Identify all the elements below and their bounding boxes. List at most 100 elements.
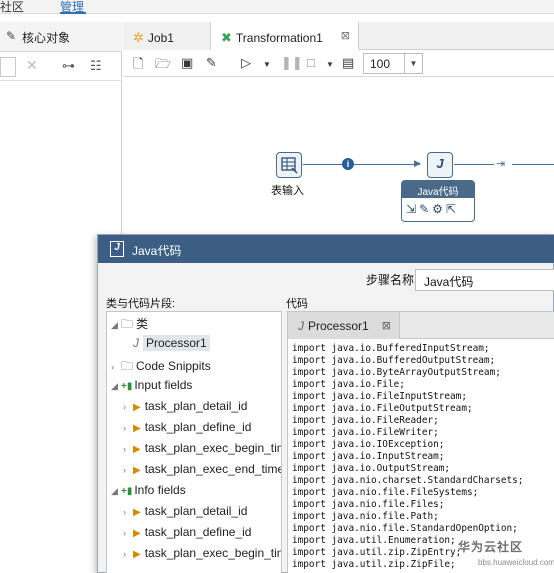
tree-item-classes[interactable]: ◢ 🗀 类 (111, 315, 148, 336)
step-actions: ⇲✎⚙⇱ (406, 202, 459, 216)
stop-icon[interactable]: □ (307, 55, 315, 70)
save-as-icon[interactable]: ✎ (206, 55, 217, 71)
expand-tree-icon[interactable]: ☷ (90, 58, 102, 74)
dialog-title: Java代码 (132, 244, 182, 258)
code-line[interactable]: import java.io.BufferedOutputStream; (292, 355, 523, 367)
pause-icon[interactable]: ❚❚ (281, 55, 303, 71)
chevron-down-icon[interactable]: ◢ (111, 381, 121, 392)
watermark-logo: 华为云社区 (458, 540, 524, 554)
info-icon[interactable]: i (342, 158, 354, 170)
tab-transformation1-label: Transformation1 (235, 31, 323, 45)
code-line[interactable]: import java.io.BufferedInputStream; (292, 343, 523, 355)
input-icon[interactable]: ⇲ (406, 202, 419, 216)
hop-line[interactable] (354, 164, 420, 165)
java-class-icon: J (133, 336, 139, 350)
tab-transformation1[interactable]: ✖ Transformation1 ⊠ (211, 22, 359, 51)
folder-icon: 🗀 (121, 359, 134, 373)
tab-job1-label: Job1 (147, 31, 174, 45)
field-icon: ▶ (133, 402, 141, 413)
code-label: 代码 (286, 298, 308, 310)
folder-open-icon: 🗀 (121, 317, 134, 331)
chevron-right-icon[interactable]: › (123, 549, 133, 559)
hop-line[interactable] (303, 164, 343, 165)
hop-line[interactable] (454, 164, 494, 165)
preview-icon[interactable]: ▤ (342, 55, 354, 71)
clear-icon[interactable]: ✕ (26, 57, 38, 74)
chevron-right-icon[interactable]: › (123, 402, 133, 412)
design-canvas[interactable] (123, 78, 554, 238)
code-line[interactable]: import java.nio.file.Files; (292, 499, 523, 511)
watermark-url: bbs.huaweicloud.com (478, 558, 554, 567)
code-line[interactable]: import java.io.IOException; (292, 439, 523, 451)
code-line[interactable]: import java.io.InputStream; (292, 451, 523, 463)
tree-item-field[interactable]: › ▶ task_plan_define_id (123, 525, 251, 546)
tab-community[interactable]: 社区 (0, 0, 24, 15)
search-input[interactable] (0, 57, 16, 77)
chevron-right-icon[interactable]: › (111, 362, 121, 372)
code-line[interactable]: import java.io.FileReader; (292, 415, 523, 427)
chevron-down-icon[interactable]: ◢ (111, 486, 121, 497)
new-file-icon[interactable]: 🗋 (133, 55, 143, 77)
zoom-value: 100 (370, 57, 391, 71)
code-line[interactable]: import java.nio.file.Path; (292, 511, 523, 523)
output-icon[interactable]: ⇱ (446, 202, 459, 216)
chevron-right-icon[interactable]: › (123, 528, 133, 538)
tab-job1[interactable]: ✲ Job1 (123, 22, 211, 50)
hop-line[interactable] (512, 164, 554, 165)
job-icon: ✲ (133, 30, 144, 45)
core-objects-tab[interactable]: 核心对象 (22, 29, 70, 46)
open-folder-icon[interactable]: 🗁 (155, 55, 171, 77)
close-icon[interactable]: ⊠ (341, 29, 350, 42)
stop-dropdown-icon[interactable]: ▼ (326, 60, 334, 69)
code-line[interactable]: import java.io.ByteArrayOutputStream; (292, 367, 523, 379)
tree-item-field[interactable]: › ▶ task_plan_define_id (123, 420, 251, 441)
chevron-right-icon[interactable]: › (123, 465, 133, 475)
tree-item-input-fields[interactable]: ◢ +▮ Input fields (111, 378, 192, 399)
tree-item-field[interactable]: › ▶ task_plan_exec_begin_time (123, 441, 281, 462)
table-input-step-icon[interactable] (276, 152, 302, 178)
field-icon: ▶ (133, 465, 141, 476)
code-line[interactable]: import java.nio.file.FileSystems; (292, 487, 523, 499)
java-step-icon[interactable]: J (427, 152, 453, 178)
tab-processor1-label: Processor1 (308, 319, 369, 333)
zoom-select[interactable]: 100 ▼ (363, 53, 423, 74)
run-icon[interactable]: ▷ (241, 55, 251, 71)
code-line[interactable]: import java.io.FileInputStream; (292, 391, 523, 403)
collapse-tree-icon[interactable]: ⊶ (62, 58, 75, 74)
run-dropdown-icon[interactable]: ▼ (263, 60, 271, 69)
code-line[interactable]: import java.nio.file.StandardOpenOption; (292, 523, 523, 535)
code-line[interactable]: import java.io.FileWriter; (292, 427, 523, 439)
code-line[interactable]: import java.io.OutputStream; (292, 463, 523, 475)
pencil-icon: ✎ (6, 29, 17, 43)
tree-item-field[interactable]: › ▶ task_plan_detail_id (123, 399, 247, 420)
tree-item-info-fields[interactable]: ◢ +▮ Info fields (111, 483, 186, 504)
snippets-tree[interactable]: ◢ 🗀 类 J Processor1 › 🗀 Code Snippits ◢ +▮ Input… (106, 311, 282, 573)
code-line[interactable]: import java.io.File; (292, 379, 523, 391)
chevron-right-icon[interactable]: › (123, 444, 133, 454)
tree-item-field[interactable]: › ▶ task_plan_exec_begin_time (123, 546, 281, 567)
close-icon[interactable]: ⊠ (382, 319, 391, 332)
code-editor[interactable]: import java.io.BufferedInputStream; impor… (292, 343, 523, 571)
tree-item-processor1[interactable]: J Processor1 (133, 335, 210, 357)
canvas-toolbar: 🗋 🗁 ▣ ✎ ▷ ▼ ❚❚ □ ▼ ▤ 100 ▼ (123, 50, 554, 77)
dialog-titlebar[interactable]: J Java代码 (98, 235, 554, 263)
copy-rows-icon[interactable]: ⇥ (496, 157, 505, 170)
save-icon[interactable]: ▣ (181, 55, 193, 71)
step-name-input[interactable]: Java代码 (415, 269, 554, 291)
tab-processor1[interactable]: J Processor1 ⊠ (288, 312, 400, 339)
code-line[interactable]: import java.io.FileOutputStream; (292, 403, 523, 415)
gear-icon[interactable]: ⚙ (432, 202, 446, 216)
chevron-right-icon[interactable]: › (123, 507, 133, 517)
chevron-down-icon[interactable]: ▼ (404, 54, 422, 73)
snippets-label: 类与代码片段: (106, 298, 176, 310)
editor-tabbar: ✲ Job1 ✖ Transformation1 ⊠ (123, 22, 554, 51)
tree-item-field[interactable]: › ▶ task_plan_detail_id (123, 504, 247, 525)
chevron-down-icon[interactable]: ◢ (111, 320, 121, 331)
edit-icon[interactable]: ✎ (419, 202, 432, 216)
tree-item-code-snippits[interactable]: › 🗀 Code Snippits (111, 357, 211, 378)
code-line[interactable]: import java.nio.charset.StandardCharsets… (292, 475, 523, 487)
chevron-right-icon[interactable]: › (123, 423, 133, 433)
fields-icon: +▮ (121, 486, 133, 497)
left-panel-header[interactable]: ✎ 核心对象 (0, 22, 122, 52)
tree-item-field[interactable]: › ▶ task_plan_exec_end_time (123, 462, 281, 483)
